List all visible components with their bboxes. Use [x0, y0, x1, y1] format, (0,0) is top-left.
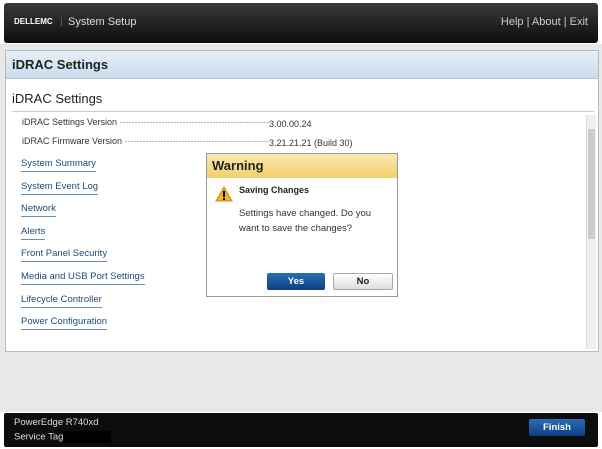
- yes-button[interactable]: Yes: [267, 273, 325, 290]
- app-title: System Setup: [68, 16, 137, 28]
- panel-title: iDRAC Settings: [6, 51, 598, 79]
- page-subtitle: iDRAC Settings: [12, 91, 103, 106]
- warning-icon: [215, 186, 233, 202]
- firmware-version-row: iDRAC Firmware Version3.21.21.21 (Build …: [22, 136, 353, 148]
- exit-link[interactable]: Exit: [570, 16, 588, 28]
- scrollbar[interactable]: [586, 115, 596, 349]
- link-network[interactable]: Network: [21, 203, 56, 217]
- dell-emc-logo: DELLEMC: [14, 17, 62, 26]
- header-links: Help | About | Exit: [500, 16, 588, 28]
- dialog-title: Warning: [207, 154, 397, 178]
- top-bar: DELLEMC System Setup Help | About | Exit: [4, 3, 598, 43]
- redacted-service-tag: [63, 431, 112, 443]
- link-front-panel-security[interactable]: Front Panel Security: [21, 248, 108, 262]
- link-power-configuration[interactable]: Power Configuration: [21, 316, 108, 330]
- link-system-summary[interactable]: System Summary: [21, 158, 96, 172]
- scrollbar-thumb[interactable]: [588, 129, 595, 239]
- link-lifecycle-controller[interactable]: Lifecycle Controller: [21, 294, 102, 308]
- no-button[interactable]: No: [333, 273, 393, 290]
- divider: [12, 111, 594, 112]
- dialog-heading: Saving Changes: [239, 185, 310, 195]
- warning-dialog: Warning Saving Changes Settings have cha…: [206, 153, 398, 297]
- link-system-event-log[interactable]: System Event Log: [21, 181, 99, 195]
- link-media-usb[interactable]: Media and USB Port Settings: [21, 271, 145, 285]
- help-link[interactable]: Help: [501, 16, 524, 28]
- about-link[interactable]: About: [532, 16, 561, 28]
- settings-version-row: iDRAC Settings Version3.00.00.24: [22, 117, 312, 129]
- footer-bar: PowerEdge R740xd Service Tag Finish: [4, 413, 598, 447]
- service-tag: Service Tag: [14, 431, 112, 443]
- dialog-message: Settings have changed. Do you want to sa…: [239, 208, 372, 234]
- link-alerts[interactable]: Alerts: [21, 226, 46, 240]
- finish-button[interactable]: Finish: [529, 419, 585, 436]
- model-name: PowerEdge R740xd: [14, 417, 99, 428]
